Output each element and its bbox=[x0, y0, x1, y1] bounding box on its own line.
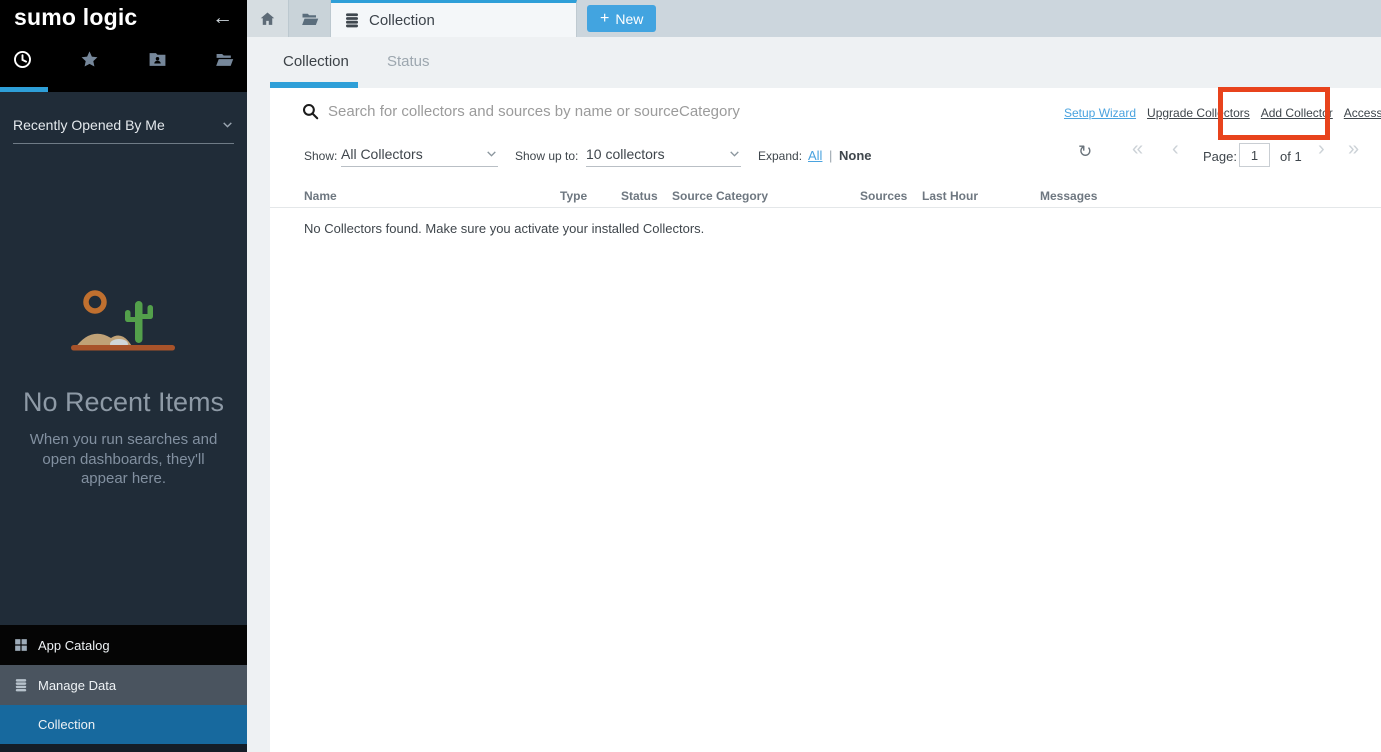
recent-dropdown-label: Recently Opened By Me bbox=[13, 117, 165, 133]
sidebar-bottom-strip bbox=[0, 744, 247, 752]
home-icon bbox=[259, 10, 276, 27]
page-number-input[interactable] bbox=[1239, 143, 1270, 167]
sidebar-item-app-catalog[interactable]: App Catalog bbox=[0, 625, 247, 665]
page: sumo logic ← Recently Opened By Me bbox=[0, 0, 1381, 752]
setup-wizard-link[interactable]: Setup Wizard bbox=[1064, 106, 1136, 120]
document-tab-label: Collection bbox=[369, 12, 435, 29]
sidebar-item-label: Collection bbox=[38, 717, 95, 732]
first-page-icon[interactable]: « bbox=[1132, 138, 1143, 161]
collectors-panel: Setup Wizard Upgrade Collectors Add Coll… bbox=[270, 88, 1381, 752]
expand-label: Expand: bbox=[758, 149, 802, 163]
show-filter-label: Show: bbox=[304, 149, 337, 163]
sidebar-item-collection[interactable]: Collection bbox=[0, 705, 247, 744]
sidebar: sumo logic ← Recently Opened By Me bbox=[0, 0, 247, 752]
chevron-down-icon bbox=[485, 147, 498, 160]
main-area: Collection + New Collection Status Setup… bbox=[247, 0, 1381, 752]
library-folder-icon[interactable] bbox=[148, 50, 167, 69]
quick-links: Setup Wizard Upgrade Collectors Add Coll… bbox=[1064, 106, 1381, 120]
home-tab-button[interactable] bbox=[247, 0, 289, 37]
search-icon bbox=[301, 102, 320, 121]
tab-collection[interactable]: Collection bbox=[283, 53, 349, 70]
sidebar-header: sumo logic ← bbox=[0, 0, 247, 92]
new-button[interactable]: + New bbox=[587, 5, 656, 32]
document-tabstrip: Collection + New bbox=[247, 0, 1381, 37]
refresh-icon[interactable]: ↻ bbox=[1078, 142, 1092, 162]
show-filter-value: All Collectors bbox=[341, 146, 423, 162]
tab-status[interactable]: Status bbox=[387, 53, 430, 70]
sidebar-item-label: Manage Data bbox=[38, 678, 116, 693]
folder-icon bbox=[301, 10, 319, 28]
open-folder-icon[interactable] bbox=[215, 50, 234, 69]
column-header-sources[interactable]: Sources bbox=[860, 189, 907, 203]
no-recent-items-subtitle: When you run searches and open dashboard… bbox=[18, 430, 230, 489]
page-total-label: of 1 bbox=[1280, 149, 1302, 164]
folder-tab-button[interactable] bbox=[289, 0, 331, 37]
chevron-down-icon bbox=[728, 147, 741, 160]
column-header-type[interactable]: Type bbox=[560, 189, 587, 203]
upgrade-collectors-link[interactable]: Upgrade Collectors bbox=[1147, 106, 1250, 120]
plus-icon: + bbox=[600, 11, 609, 27]
sumo-logic-logo: sumo logic bbox=[14, 4, 137, 31]
next-page-icon[interactable]: › bbox=[1318, 138, 1325, 161]
recent-items-dropdown[interactable]: Recently Opened By Me bbox=[13, 106, 234, 144]
database-icon bbox=[14, 678, 28, 692]
desert-illustration bbox=[69, 288, 179, 360]
expand-all-link[interactable]: All bbox=[808, 148, 822, 163]
column-header-name[interactable]: Name bbox=[304, 189, 337, 203]
collapse-sidebar-icon[interactable]: ← bbox=[212, 6, 233, 30]
limit-filter-dropdown[interactable]: 10 collectors bbox=[586, 141, 741, 167]
chevron-down-icon bbox=[221, 118, 234, 131]
expand-none-link[interactable]: None bbox=[839, 148, 872, 163]
collectors-table-header: Name Type Status Source Category Sources… bbox=[270, 183, 1381, 208]
sidebar-empty-state: No Recent Items When you run searches an… bbox=[0, 288, 247, 489]
app-grid-icon bbox=[14, 638, 28, 652]
no-recent-items-title: No Recent Items bbox=[0, 387, 247, 418]
limit-filter-value: 10 collectors bbox=[586, 146, 665, 162]
limit-filter-label: Show up to: bbox=[515, 149, 578, 163]
favorites-star-icon[interactable] bbox=[80, 50, 99, 69]
access-keys-link[interactable]: Access Keys bbox=[1344, 106, 1381, 120]
column-header-source-category[interactable]: Source Category bbox=[672, 189, 768, 203]
new-button-label: New bbox=[615, 11, 643, 27]
database-icon bbox=[344, 12, 360, 28]
sidebar-bottom-nav: App Catalog Manage Data Collection bbox=[0, 625, 247, 752]
sidebar-icon-nav bbox=[0, 50, 247, 69]
expand-separator: | bbox=[829, 148, 832, 163]
prev-page-icon[interactable]: ‹ bbox=[1172, 138, 1179, 161]
page-label: Page: bbox=[1203, 149, 1237, 164]
recent-clock-icon[interactable] bbox=[13, 50, 32, 69]
last-page-icon[interactable]: » bbox=[1348, 138, 1359, 161]
search-input[interactable] bbox=[328, 99, 968, 123]
sidebar-item-manage-data[interactable]: Manage Data bbox=[0, 665, 247, 705]
column-header-messages[interactable]: Messages bbox=[1040, 189, 1097, 203]
show-filter-dropdown[interactable]: All Collectors bbox=[341, 141, 498, 167]
sidebar-item-label: App Catalog bbox=[38, 638, 110, 653]
active-section-indicator bbox=[0, 87, 48, 92]
collection-subnav: Collection Status bbox=[247, 37, 1381, 88]
collection-document-tab[interactable]: Collection bbox=[331, 0, 577, 37]
add-collector-link[interactable]: Add Collector bbox=[1261, 106, 1333, 120]
empty-collectors-message: No Collectors found. Make sure you activ… bbox=[304, 221, 704, 236]
column-header-last-hour[interactable]: Last Hour bbox=[922, 189, 978, 203]
column-header-status[interactable]: Status bbox=[621, 189, 658, 203]
